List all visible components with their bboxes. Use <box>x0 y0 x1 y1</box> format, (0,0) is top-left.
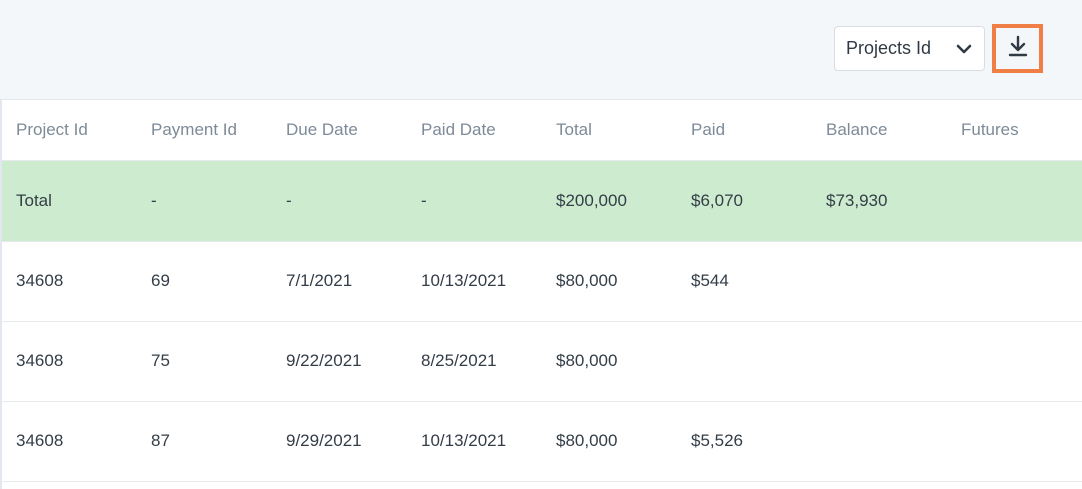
table-cell: 34608 <box>0 321 135 402</box>
column-header-paid-date[interactable]: Paid Date <box>405 100 540 161</box>
table-cell: 10/13/2021 <box>405 401 540 482</box>
table-cell: 9/22/2021 <box>270 321 405 402</box>
total-cell: Total <box>0 160 135 242</box>
table-cell: 75 <box>135 321 270 402</box>
table-cell: 69 <box>135 241 270 322</box>
table-left-border <box>0 100 2 489</box>
table-cell <box>945 241 1082 322</box>
table-cell: $80,000 <box>540 321 675 402</box>
table-cell: $5,526 <box>675 401 810 482</box>
download-icon <box>1007 34 1029 63</box>
download-button[interactable] <box>992 24 1043 73</box>
table-cell: $80,000 <box>540 401 675 482</box>
table-cell: 8/25/2021 <box>405 321 540 402</box>
total-cell: $6,070 <box>675 160 810 242</box>
payments-table: Project Id Payment Id Due Date Paid Date… <box>0 100 1082 482</box>
table-cell <box>810 321 945 402</box>
column-header-project-id[interactable]: Project Id <box>0 100 135 161</box>
table-cell: 9/29/2021 <box>270 401 405 482</box>
table-cell: $80,000 <box>540 241 675 322</box>
table-row[interactable]: 34608 75 9/22/2021 8/25/2021 $80,000 <box>0 321 1082 402</box>
table-header-row: Project Id Payment Id Due Date Paid Date… <box>0 100 1082 161</box>
column-header-futures[interactable]: Futures <box>945 100 1082 161</box>
table-cell: 34608 <box>0 241 135 322</box>
total-cell: $73,930 <box>810 160 945 242</box>
table-cell <box>810 401 945 482</box>
table-cell <box>945 401 1082 482</box>
column-header-balance[interactable]: Balance <box>810 100 945 161</box>
total-cell: $200,000 <box>540 160 675 242</box>
total-cell: - <box>270 160 405 242</box>
table-cell <box>675 321 810 402</box>
table-cell: 34608 <box>0 401 135 482</box>
total-row: Total - - - $200,000 $6,070 $73,930 <box>0 160 1082 242</box>
table-row[interactable]: 34608 69 7/1/2021 10/13/2021 $80,000 $54… <box>0 241 1082 322</box>
column-header-due-date[interactable]: Due Date <box>270 100 405 161</box>
group-by-dropdown[interactable]: Projects Id <box>834 26 985 71</box>
chevron-down-icon <box>944 27 984 70</box>
column-header-payment-id[interactable]: Payment Id <box>135 100 270 161</box>
toolbar: Projects Id <box>0 0 1082 100</box>
total-cell <box>945 160 1082 242</box>
table-cell: 7/1/2021 <box>270 241 405 322</box>
table-cell <box>945 321 1082 402</box>
total-cell: - <box>135 160 270 242</box>
table-row[interactable]: 34608 87 9/29/2021 10/13/2021 $80,000 $5… <box>0 401 1082 482</box>
table-cell <box>810 241 945 322</box>
table-cell: 87 <box>135 401 270 482</box>
total-cell: - <box>405 160 540 242</box>
column-header-total[interactable]: Total <box>540 100 675 161</box>
table-cell: $544 <box>675 241 810 322</box>
group-by-value: Projects Id <box>846 38 932 58</box>
table-cell: 10/13/2021 <box>405 241 540 322</box>
column-header-paid[interactable]: Paid <box>675 100 810 161</box>
